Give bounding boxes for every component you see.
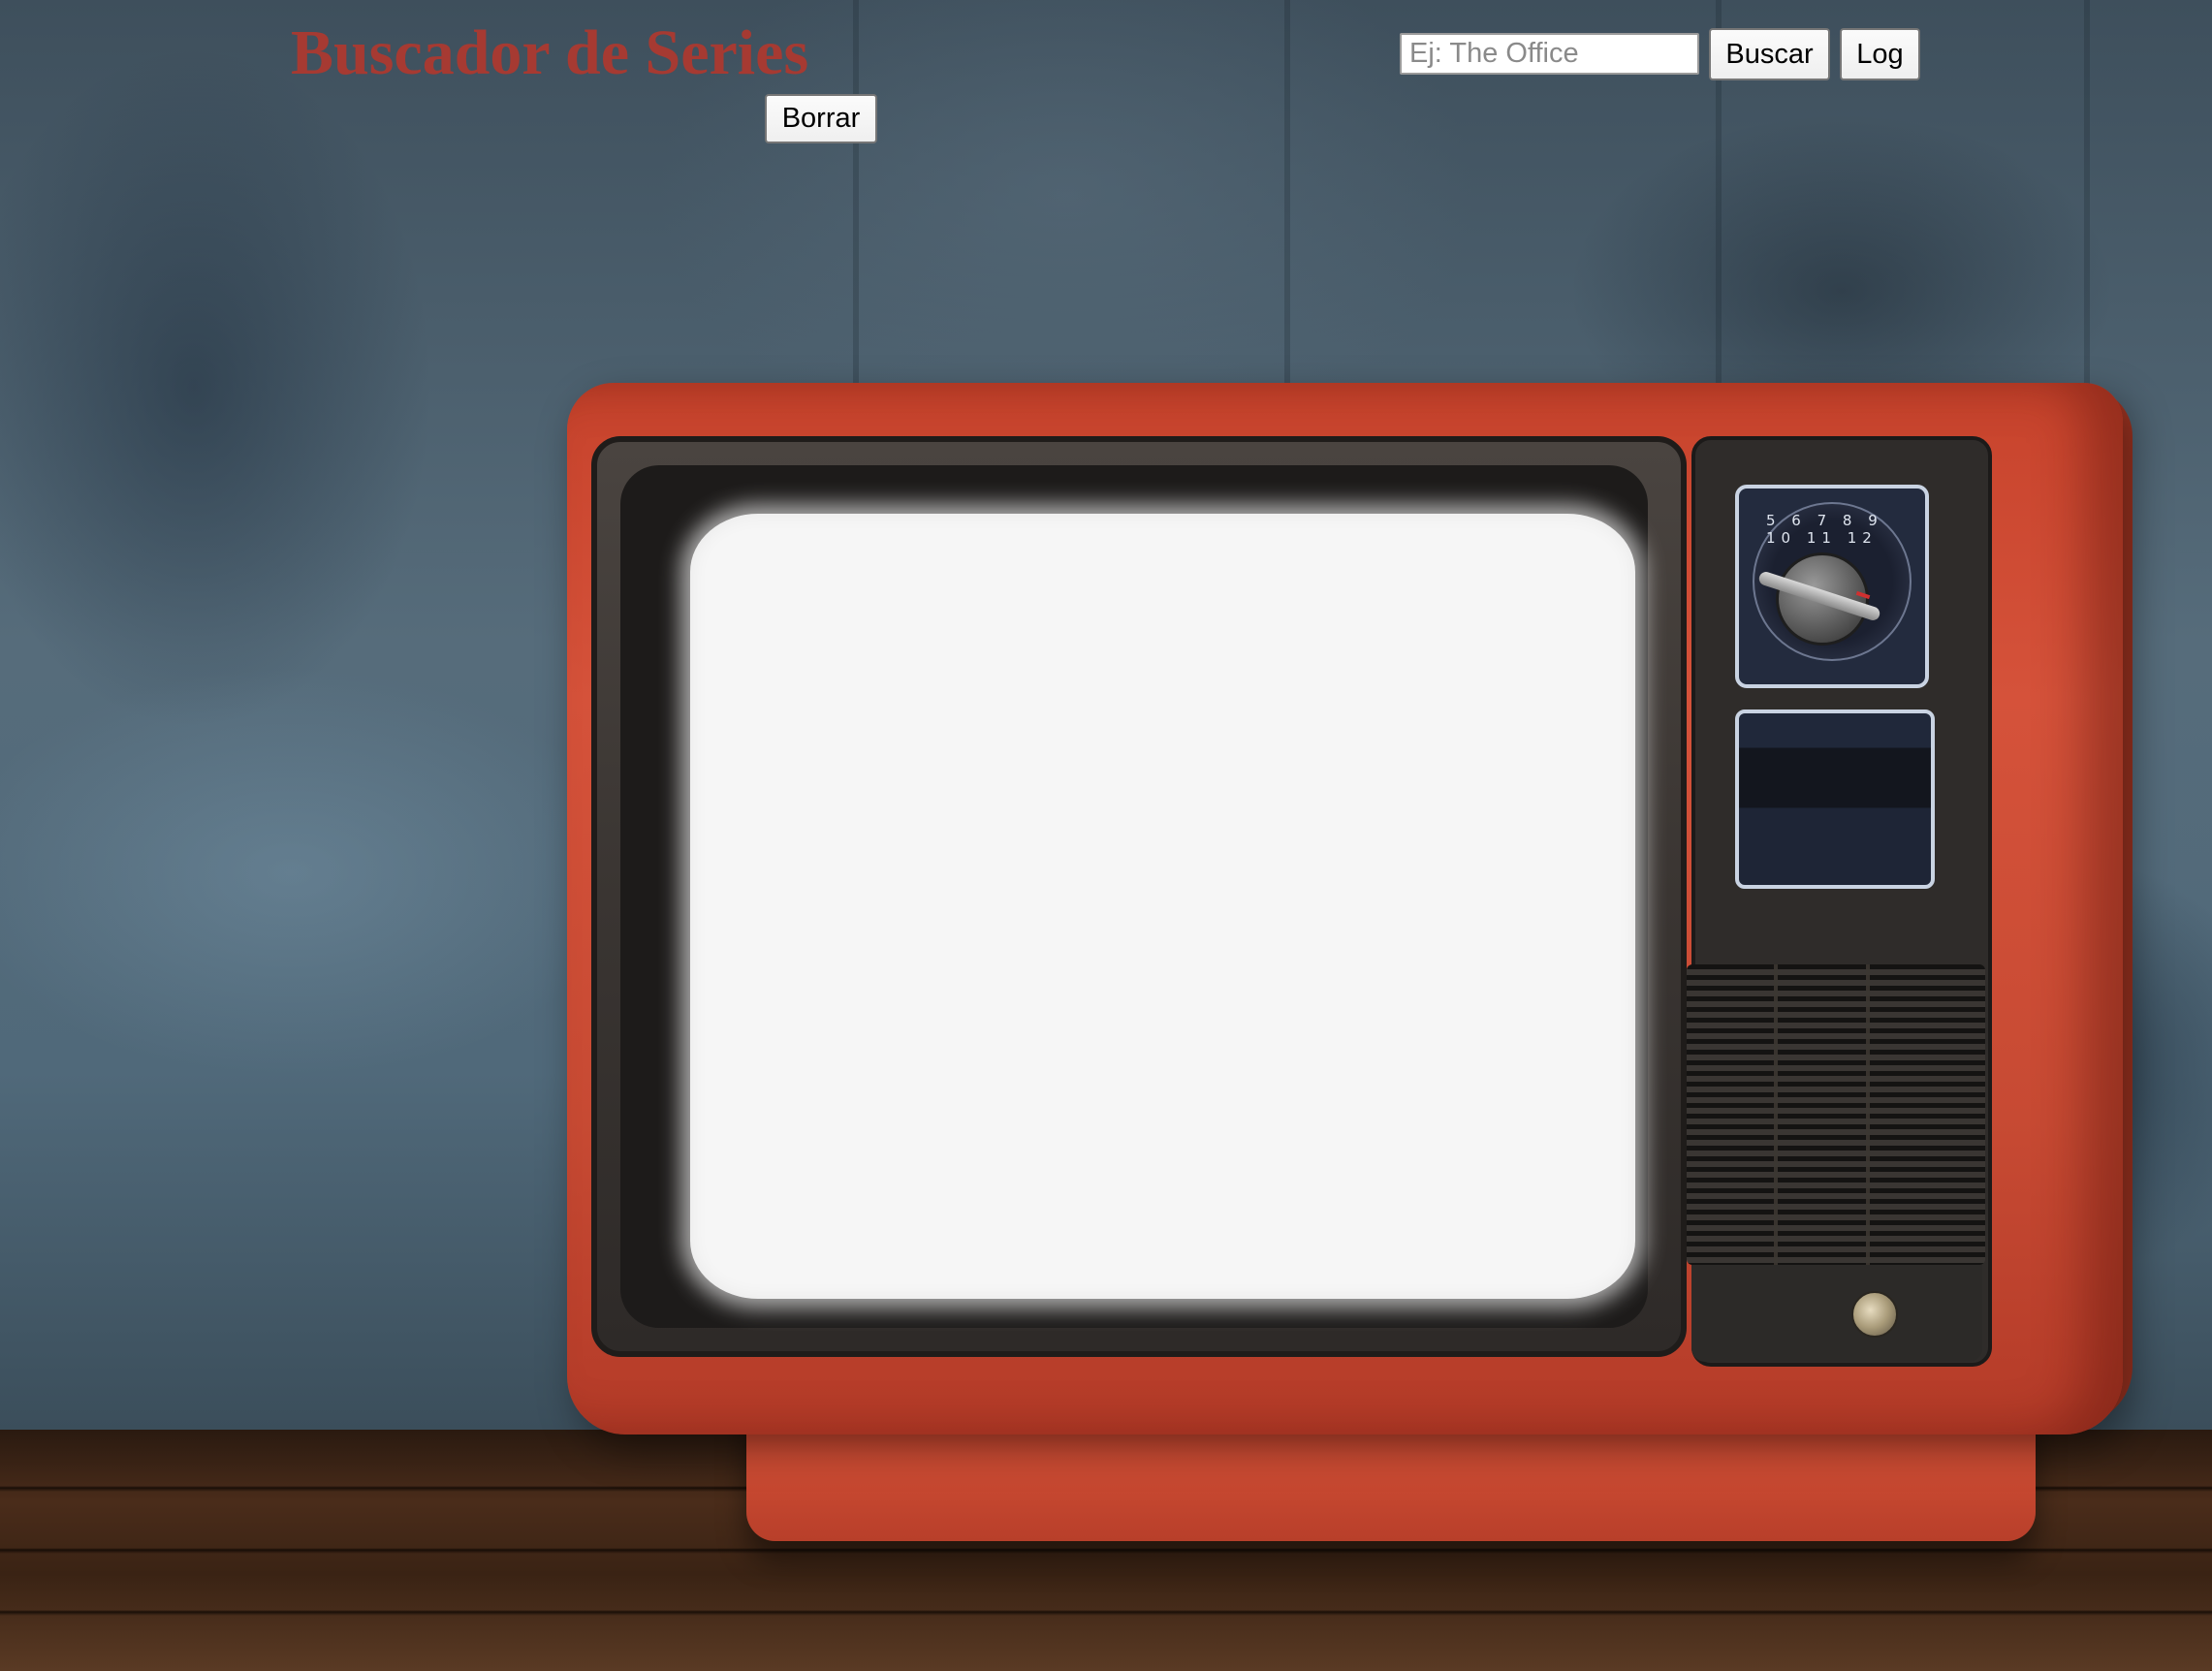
tv-lower-plate <box>1735 709 1935 889</box>
speaker-divider <box>1774 964 1778 1265</box>
search-input[interactable] <box>1400 33 1699 75</box>
search-button[interactable]: Buscar <box>1709 28 1830 80</box>
log-button[interactable]: Log <box>1840 28 1920 80</box>
tv-screen <box>690 514 1635 1299</box>
clear-button[interactable]: Borrar <box>765 94 877 143</box>
tv-speaker-grille <box>1687 964 1985 1265</box>
speaker-divider <box>1866 964 1870 1265</box>
tv-bottom-panel <box>1691 1265 1982 1362</box>
tv-screw-icon <box>1851 1291 1898 1338</box>
tv-dial-numbers: 5 6 7 8 9 10 11 12 <box>1766 512 1883 547</box>
page-title: Buscador de Series <box>291 17 809 88</box>
